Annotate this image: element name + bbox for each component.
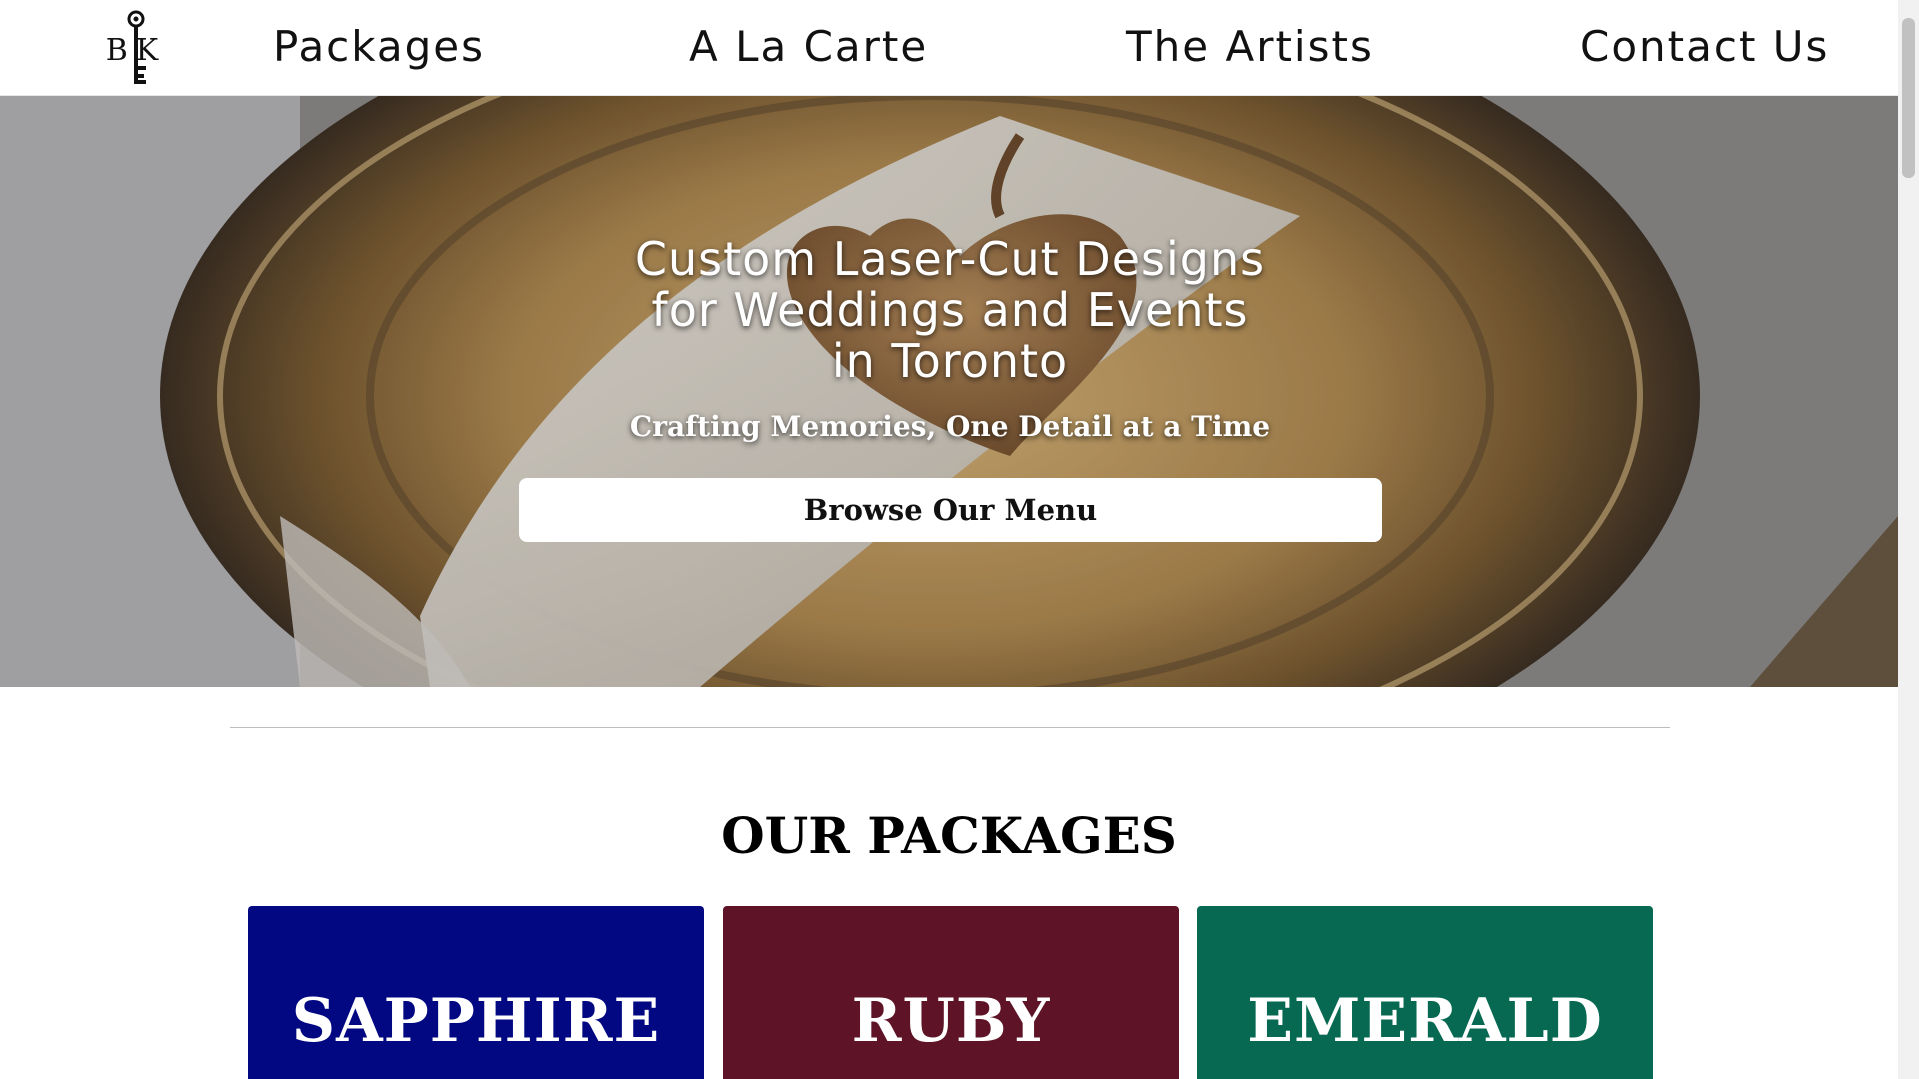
hero-title-line-2: for Weddings and Events [651,283,1249,337]
hero-subtitle: Crafting Memories, One Detail at a Time [629,410,1271,443]
hero-title: Custom Laser-Cut Designs for Weddings an… [560,234,1340,387]
nav-a-la-carte[interactable]: A La Carte [689,22,928,71]
logo-text: BK [106,33,166,68]
package-label-ruby: RUBY [851,986,1051,1056]
hero-title-line-1: Custom Laser-Cut Designs [634,232,1266,286]
scrollbar-thumb[interactable] [1902,18,1915,178]
hero-background-image [0,96,1898,687]
package-card-sapphire[interactable]: SAPPHIRE [248,906,704,1079]
nav-the-artists[interactable]: The Artists [1126,22,1374,71]
logo[interactable]: BK [100,8,172,88]
nav-packages[interactable]: Packages [273,22,485,71]
site-header: BK Packages A La Carte The Artists Conta… [0,0,1898,96]
package-label-sapphire: SAPPHIRE [291,986,661,1056]
package-card-ruby[interactable]: RUBY [723,906,1179,1079]
packages-heading: OUR PACKAGES [721,806,1177,865]
page-scrollbar[interactable] [1898,0,1919,1079]
nav-contact-us[interactable]: Contact Us [1580,22,1829,71]
section-divider [230,727,1670,728]
hero-banner: Custom Laser-Cut Designs for Weddings an… [0,96,1898,687]
browse-menu-button[interactable]: Browse Our Menu [519,478,1382,542]
package-card-emerald[interactable]: EMERALD [1197,906,1653,1079]
package-label-emerald: EMERALD [1247,986,1603,1056]
key-logo-icon: BK [106,10,166,84]
hero-title-line-3: in Toronto [831,334,1069,388]
